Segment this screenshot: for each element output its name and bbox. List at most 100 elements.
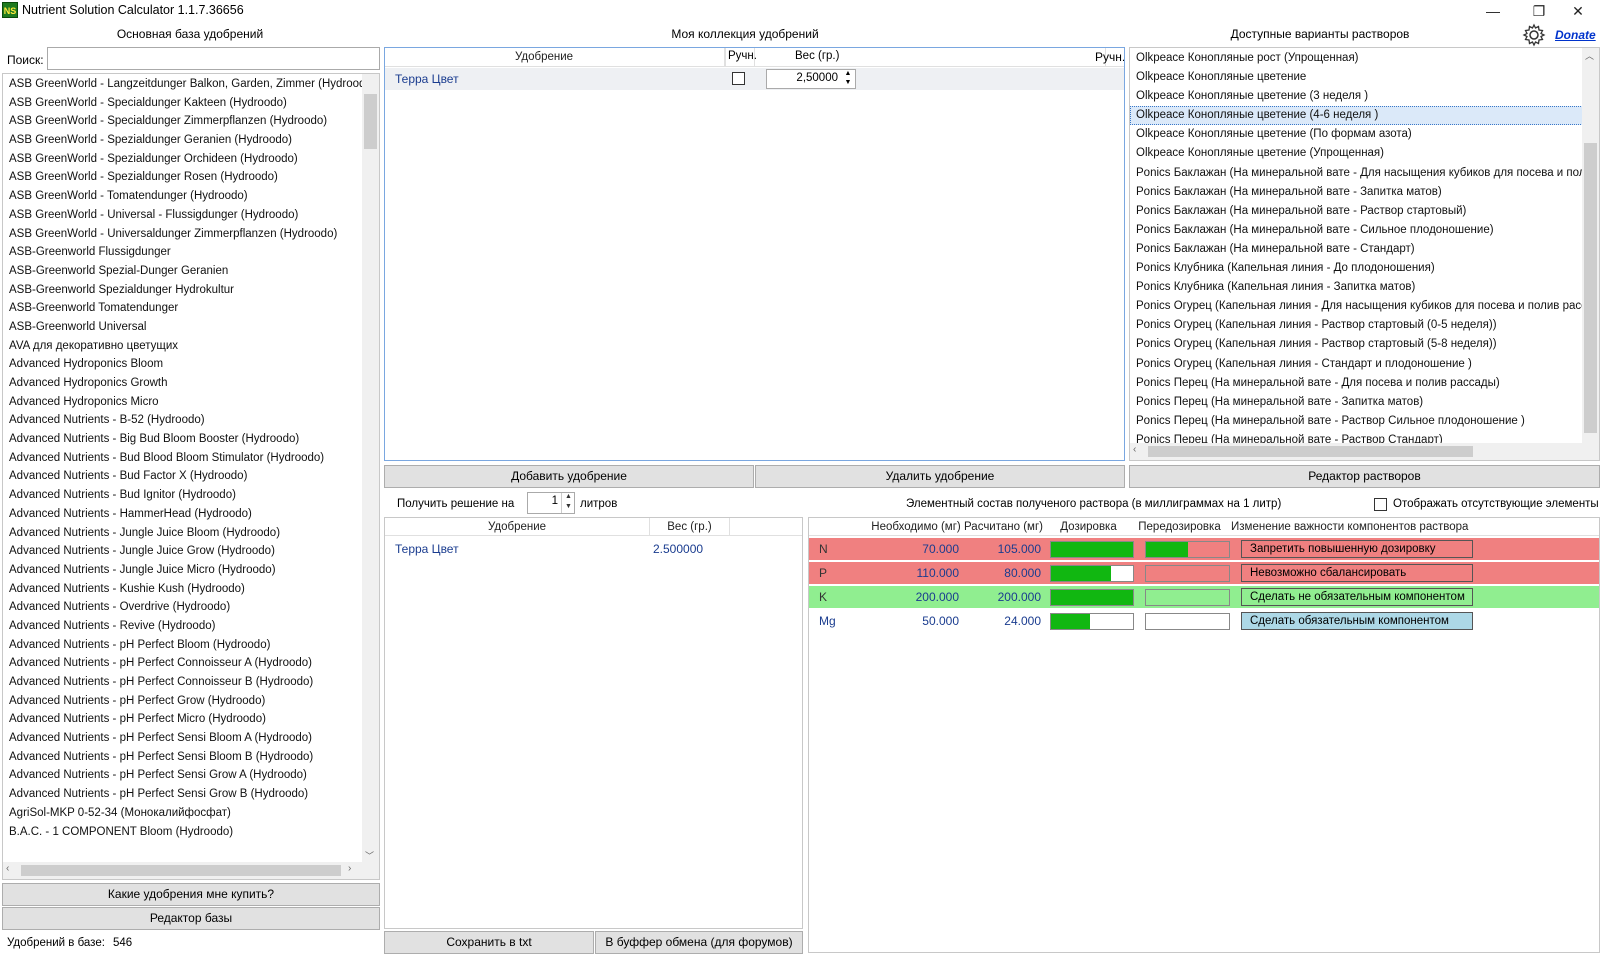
- scrollbar-thumb[interactable]: [1148, 446, 1473, 457]
- list-item[interactable]: ASB GreenWorld - Spezialdunger Orchideen…: [3, 150, 363, 169]
- list-item[interactable]: Advanced Nutrients - Bud Ignitor (Hydroo…: [3, 486, 363, 505]
- importance-button[interactable]: Невозможно сбалансировать: [1241, 564, 1473, 582]
- solutions-list[interactable]: Olkpeace Конопляные рост (Упрощенная) Olk…: [1129, 47, 1600, 461]
- list-item[interactable]: ASB GreenWorld - Universal - Flussigdung…: [3, 206, 363, 225]
- col-dosage[interactable]: Дозировка: [1046, 518, 1131, 536]
- solutions-editor-button[interactable]: Редактор растворов: [1129, 465, 1600, 488]
- col-weight[interactable]: Вес (гр.): [650, 518, 730, 536]
- importance-button[interactable]: Сделать не обязательным компонентом: [1241, 588, 1473, 606]
- list-item[interactable]: Advanced Nutrients - Jungle Juice Grow (…: [3, 542, 363, 561]
- list-item[interactable]: ASB-Greenworld Tomatendunger: [3, 299, 363, 318]
- list-item[interactable]: AgriSol-MKP 0-52-34 (Монокалийфосфат): [3, 804, 363, 823]
- scroll-right-icon[interactable]: ›: [348, 863, 351, 874]
- liters-stepper[interactable]: 1 ▲ ▼: [527, 492, 575, 514]
- weight-value[interactable]: 2,50000: [767, 72, 838, 84]
- list-item[interactable]: Advanced Nutrients - Jungle Juice Bloom …: [3, 524, 363, 543]
- scroll-down-icon[interactable]: ﹀: [365, 849, 374, 862]
- gear-icon[interactable]: [1522, 23, 1546, 47]
- col-required[interactable]: Необходимо (мг): [871, 518, 961, 536]
- remove-fertilizer-button[interactable]: Удалить удобрение: [755, 465, 1125, 488]
- col-importance[interactable]: Изменение важности компонентов раствора: [1228, 518, 1599, 536]
- list-item[interactable]: Advanced Hydroponics Bloom: [3, 355, 363, 374]
- solution-item[interactable]: Ponics Огурец (Капельная линия - Раствор…: [1130, 316, 1585, 335]
- list-item[interactable]: Advanced Nutrients - Jungle Juice Micro …: [3, 561, 363, 580]
- solution-item[interactable]: Olkpeace Конопляные цветение (По формам …: [1130, 125, 1585, 144]
- horizontal-scrollbar[interactable]: ‹: [1130, 443, 1599, 460]
- stepper-up-icon[interactable]: ▲: [561, 493, 575, 503]
- scrollbar-thumb[interactable]: [364, 94, 377, 149]
- element-row[interactable]: K 200.000 200.000 Сделать не обязательным к…: [809, 586, 1599, 608]
- solution-item[interactable]: Olkpeace Конопляные цветение (3 неделя ): [1130, 87, 1585, 106]
- col-calculated[interactable]: Расчитано (мг): [961, 518, 1046, 536]
- list-item[interactable]: Advanced Hydroponics Micro: [3, 393, 363, 412]
- list-item[interactable]: Advanced Nutrients - pH Perfect Sensi Bl…: [3, 748, 363, 767]
- solution-item[interactable]: Ponics Перец (На минеральной вате - Для …: [1130, 374, 1585, 393]
- list-item[interactable]: Advanced Nutrients - pH Perfect Bloom (H…: [3, 636, 363, 655]
- solution-item[interactable]: Ponics Огурец (Капельная линия - Раствор…: [1130, 335, 1585, 354]
- solution-item[interactable]: Ponics Клубника (Капельная линия - До пл…: [1130, 259, 1585, 278]
- list-item[interactable]: Advanced Nutrients - HammerHead (Hydrood…: [3, 505, 363, 524]
- solution-item[interactable]: Ponics Баклажан (На минеральной вате - С…: [1130, 240, 1585, 259]
- show-missing-checkbox[interactable]: [1374, 498, 1387, 511]
- vertical-scrollbar[interactable]: ﹀: [362, 74, 379, 864]
- list-item[interactable]: Advanced Nutrients - pH Perfect Micro (H…: [3, 710, 363, 729]
- scrollbar-thumb[interactable]: [1584, 143, 1597, 433]
- vertical-scrollbar[interactable]: ︿: [1582, 48, 1599, 445]
- solution-item[interactable]: Ponics Баклажан (На минеральной вате - С…: [1130, 221, 1585, 240]
- list-item[interactable]: Advanced Nutrients - Revive (Hydroodo): [3, 617, 363, 636]
- list-item[interactable]: ASB GreenWorld - Langzeitdunger Balkon, …: [3, 75, 376, 94]
- list-item[interactable]: ASB-Greenworld Spezial-Dunger Geranien: [3, 262, 363, 281]
- solution-item[interactable]: Olkpeace Конопляные цветение (Упрощенная…: [1130, 144, 1585, 163]
- importance-button[interactable]: Сделать обязательным компонентом: [1241, 612, 1473, 630]
- list-item[interactable]: Advanced Nutrients - pH Perfect Connoiss…: [3, 654, 363, 673]
- solution-result-table[interactable]: Удобрение Вес (гр.) Терра Цвет 2.500000: [384, 517, 803, 929]
- scroll-up-icon[interactable]: ︿: [1585, 49, 1594, 62]
- list-item[interactable]: ASB-Greenworld Flussigdunger: [3, 243, 363, 262]
- table-row[interactable]: Терра Цвет 2,50000 ▲ ▼: [385, 68, 1124, 90]
- list-item[interactable]: ASB GreenWorld - Spezialdunger Geranien …: [3, 131, 363, 150]
- what-to-buy-button[interactable]: Какие удобрения мне купить?: [2, 883, 380, 906]
- solution-item[interactable]: Ponics Клубника (Капельная линия - Запит…: [1130, 278, 1585, 297]
- search-input[interactable]: [47, 47, 380, 70]
- list-item[interactable]: B.A.C. - 1 COMPONENT Bloom (Hydroodo): [3, 823, 363, 842]
- minimize-icon[interactable]: —: [1470, 0, 1516, 22]
- solution-item[interactable]: Ponics Перец (На минеральной вате - Раст…: [1130, 412, 1585, 431]
- elements-table[interactable]: Необходимо (мг) Расчитано (мг) Дозировка…: [808, 517, 1600, 953]
- list-item[interactable]: ASB-Greenworld Universal: [3, 318, 363, 337]
- list-item[interactable]: Advanced Nutrients - Bud Factor X (Hydro…: [3, 467, 363, 486]
- scroll-left-icon[interactable]: ‹: [6, 863, 9, 874]
- col-weight-label[interactable]: Вес (гр.): [795, 50, 865, 62]
- solution-item[interactable]: Ponics Баклажан (На минеральной вате - Д…: [1130, 164, 1592, 183]
- list-item[interactable]: Advanced Nutrients - pH Perfect Sensi Gr…: [3, 785, 363, 804]
- solution-item[interactable]: Ponics Огурец (Капельная линия - Для нас…: [1130, 297, 1593, 316]
- solution-item[interactable]: Ponics Баклажан (На минеральной вате - Р…: [1130, 202, 1585, 221]
- col-manual-label[interactable]: Ручн.: [728, 50, 762, 62]
- solution-item[interactable]: Ponics Баклажан (На минеральной вате - З…: [1130, 183, 1585, 202]
- stepper-up-icon[interactable]: ▲: [841, 70, 855, 79]
- table-row[interactable]: Терра Цвет 2.500000: [385, 540, 802, 560]
- list-item[interactable]: Advanced Nutrients - B-52 (Hydroodo): [3, 411, 363, 430]
- list-item[interactable]: ASB-Greenworld Spezialdunger Hydrokultur: [3, 281, 363, 300]
- list-item[interactable]: Advanced Nutrients - pH Perfect Sensi Gr…: [3, 766, 363, 785]
- list-item[interactable]: Advanced Nutrients - Overdrive (Hydroodo…: [3, 598, 363, 617]
- col-fertilizer[interactable]: Удобрение: [385, 518, 650, 536]
- scroll-left-icon[interactable]: ‹: [1133, 444, 1136, 455]
- donate-link[interactable]: Donate: [1555, 28, 1596, 42]
- solution-item[interactable]: Olkpeace Конопляные цветение (4-6 неделя…: [1130, 106, 1585, 126]
- list-item[interactable]: ASB GreenWorld - Specialdunger Zimmerpfl…: [3, 112, 363, 131]
- element-row[interactable]: N 70.000 105.000 Запретить повышенную дозир…: [809, 538, 1599, 560]
- scrollbar-thumb[interactable]: [21, 865, 341, 876]
- list-item[interactable]: ASB GreenWorld - Tomatendunger (Hydroodo…: [3, 187, 363, 206]
- database-editor-button[interactable]: Редактор базы: [2, 907, 380, 930]
- solution-item[interactable]: Ponics Перец (На минеральной вате - Запи…: [1130, 393, 1585, 412]
- list-item[interactable]: Advanced Nutrients - pH Perfect Sensi Bl…: [3, 729, 363, 748]
- element-row[interactable]: P 110.000 80.000 Невозможно сбалансировать: [809, 562, 1599, 584]
- stepper-down-icon[interactable]: ▼: [841, 79, 855, 88]
- list-item[interactable]: Advanced Nutrients - Bud Blood Bloom Sti…: [3, 449, 363, 468]
- liters-value[interactable]: 1: [528, 495, 558, 507]
- manual-checkbox[interactable]: [732, 72, 745, 85]
- list-item[interactable]: AVA для декоративно цветущих: [3, 337, 363, 356]
- col-overdose[interactable]: Передозировка: [1131, 518, 1228, 536]
- add-fertilizer-button[interactable]: Добавить удобрение: [384, 465, 754, 488]
- solution-item[interactable]: Olkpeace Конопляные рост (Упрощенная): [1130, 49, 1585, 68]
